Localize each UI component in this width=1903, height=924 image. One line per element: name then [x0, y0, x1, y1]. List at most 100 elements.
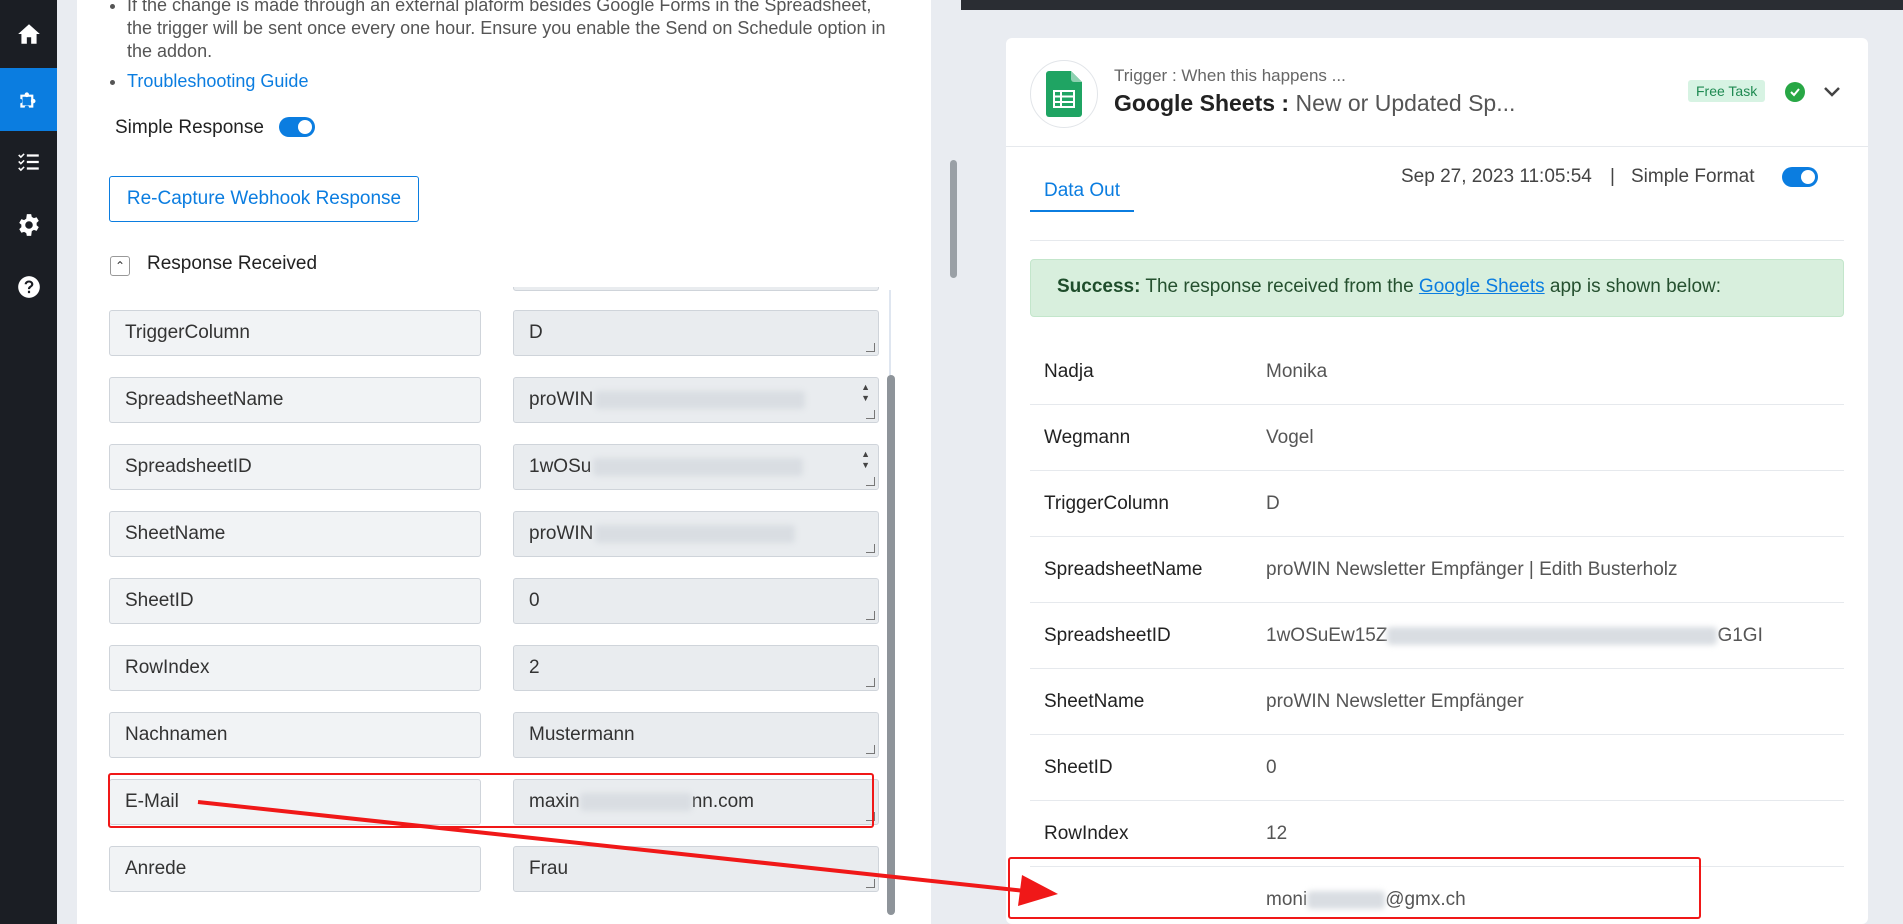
checklist-icon [17, 152, 39, 171]
id-suffix: G1GI [1717, 625, 1763, 646]
field-key[interactable]: SpreadsheetName [109, 377, 481, 423]
field-value[interactable]: Frau [513, 846, 879, 892]
left-nav [0, 0, 57, 924]
field-value[interactable]: Mustermann [513, 712, 879, 758]
data-row: TriggerColumn D [1030, 471, 1844, 537]
spinner-arrows-icon[interactable]: ▲ ▼ [861, 449, 870, 471]
trigger-label: Trigger : When this happens ... [1114, 66, 1346, 85]
data-value: Vogel [1266, 427, 1314, 448]
field-row-partial [109, 287, 897, 293]
response-received-label: Response Received [147, 253, 318, 274]
data-key: TriggerColumn [1044, 493, 1169, 514]
data-value: proWIN Newsletter Empfänger | Edith Bust… [1266, 559, 1678, 580]
field-row-sheetname: SheetName proWIN [109, 511, 897, 557]
info-bullet-text: If the change is made through an externa… [127, 0, 897, 63]
google-sheets-link[interactable]: Google Sheets [1419, 276, 1545, 297]
data-row: Wegmann Vogel [1030, 405, 1844, 471]
highlight-email-right [1008, 857, 1701, 919]
nav-home[interactable] [0, 2, 57, 65]
success-text-2: app is shown below: [1544, 276, 1722, 297]
field-value[interactable]: D [513, 310, 879, 356]
data-row: SpreadsheetID 1wOSuEw15Z G1GI [1030, 603, 1844, 669]
event-name: New or Updated Sp... [1295, 90, 1516, 116]
free-task-badge: Free Task [1688, 80, 1766, 102]
field-value[interactable]: 0 [513, 578, 879, 624]
app-event-title: Google Sheets : New or Updated Sp... [1114, 90, 1515, 117]
google-sheets-icon [1046, 71, 1082, 117]
troubleshooting-link[interactable]: Troubleshooting Guide [127, 71, 308, 91]
separator: | [1610, 166, 1615, 187]
field-key[interactable]: RowIndex [109, 645, 481, 691]
recapture-webhook-button[interactable]: Re-Capture Webhook Response [109, 176, 419, 222]
data-key: Wegmann [1044, 427, 1131, 448]
field-value-text: proWIN [529, 389, 594, 410]
field-row-spreadsheetname: SpreadsheetName proWIN ▲ ▼ [109, 377, 897, 423]
field-value-text: 1wOSu [529, 456, 592, 477]
nav-workflows[interactable] [0, 68, 57, 131]
troubleshooting-bullet: Troubleshooting Guide [127, 70, 897, 93]
bullet-spacer [127, 63, 897, 70]
inner-scrollbar-track [889, 290, 891, 375]
redacted-area [595, 390, 806, 409]
collapse-response-button[interactable]: ⌃ [110, 256, 130, 276]
data-value: 12 [1266, 823, 1288, 844]
field-key[interactable]: SheetID [109, 578, 481, 624]
data-row: SpreadsheetName proWIN Newsletter Empfän… [1030, 537, 1844, 603]
field-row-triggercolumn: TriggerColumn D [109, 310, 897, 356]
field-value-partial[interactable] [513, 287, 879, 291]
field-row-rowindex: RowIndex 2 [109, 645, 897, 691]
help-icon [17, 275, 40, 298]
data-value: D [1266, 493, 1280, 514]
app-name: Google Sheets : [1114, 90, 1290, 116]
field-row-sheetid: SheetID 0 [109, 578, 897, 624]
inner-scrollbar[interactable] [887, 375, 895, 915]
simple-format-toggle[interactable] [1782, 167, 1818, 187]
field-value[interactable]: proWIN [513, 511, 879, 557]
field-key[interactable]: SheetName [109, 511, 481, 557]
simple-format-label: Simple Format [1631, 166, 1755, 187]
tab-underline-divider [1030, 240, 1844, 241]
nav-tasks[interactable] [0, 130, 57, 193]
info-bullets: If the change is made through an externa… [107, 0, 897, 93]
data-row: SheetName proWIN Newsletter Empfänger [1030, 669, 1844, 735]
redacted-area [595, 524, 796, 543]
panel-scrollbar[interactable] [950, 160, 957, 278]
field-key[interactable]: TriggerColumn [109, 310, 481, 356]
success-message: Success: The response received from the … [1030, 259, 1844, 317]
right-top-bar [961, 0, 1903, 10]
simple-response-label: Simple Response [115, 117, 264, 138]
id-prefix: 1wOSuEw15Z [1266, 625, 1388, 646]
data-row: SheetID 0 [1030, 735, 1844, 801]
field-value[interactable]: proWIN ▲ ▼ [513, 377, 879, 423]
card-divider [1006, 146, 1868, 147]
field-row-nachnamen: Nachnamen Mustermann [109, 712, 897, 758]
nav-settings[interactable] [0, 193, 57, 256]
redacted-area [593, 457, 804, 476]
field-row-spreadsheetid: SpreadsheetID 1wOSu ▲ ▼ [109, 444, 897, 490]
redacted-area [1387, 626, 1718, 645]
puzzle-icon [19, 91, 35, 108]
data-key: Nadja [1044, 361, 1094, 382]
field-key[interactable]: Anrede [109, 846, 481, 892]
simple-response-toggle[interactable] [279, 117, 315, 137]
response-fields: TriggerColumn D SpreadsheetName proWIN ▲ ▼… [77, 287, 897, 924]
spinner-arrows-icon[interactable]: ▲ ▼ [861, 382, 870, 404]
chevron-up-icon: ⌃ [114, 259, 126, 273]
data-value: 0 [1266, 757, 1277, 778]
highlight-email-left [108, 773, 874, 828]
response-timestamp: Sep 27, 2023 11:05:54 [1401, 166, 1592, 187]
data-value: Monika [1266, 361, 1328, 382]
field-value[interactable]: 2 [513, 645, 879, 691]
field-value-text: proWIN [529, 523, 594, 544]
gear-icon [18, 213, 39, 236]
data-key: SheetName [1044, 691, 1145, 712]
nav-help[interactable] [0, 255, 57, 318]
chevron-down-icon[interactable] [1821, 80, 1843, 102]
field-key[interactable]: SpreadsheetID [109, 444, 481, 490]
trigger-card: Trigger : When this happens ... Google S… [1006, 38, 1868, 924]
field-value[interactable]: 1wOSu ▲ ▼ [513, 444, 879, 490]
tab-data-out[interactable]: Data Out [1030, 172, 1134, 212]
data-row: Nadja Monika [1030, 339, 1844, 405]
google-sheets-logo [1030, 60, 1098, 128]
field-key[interactable]: Nachnamen [109, 712, 481, 758]
